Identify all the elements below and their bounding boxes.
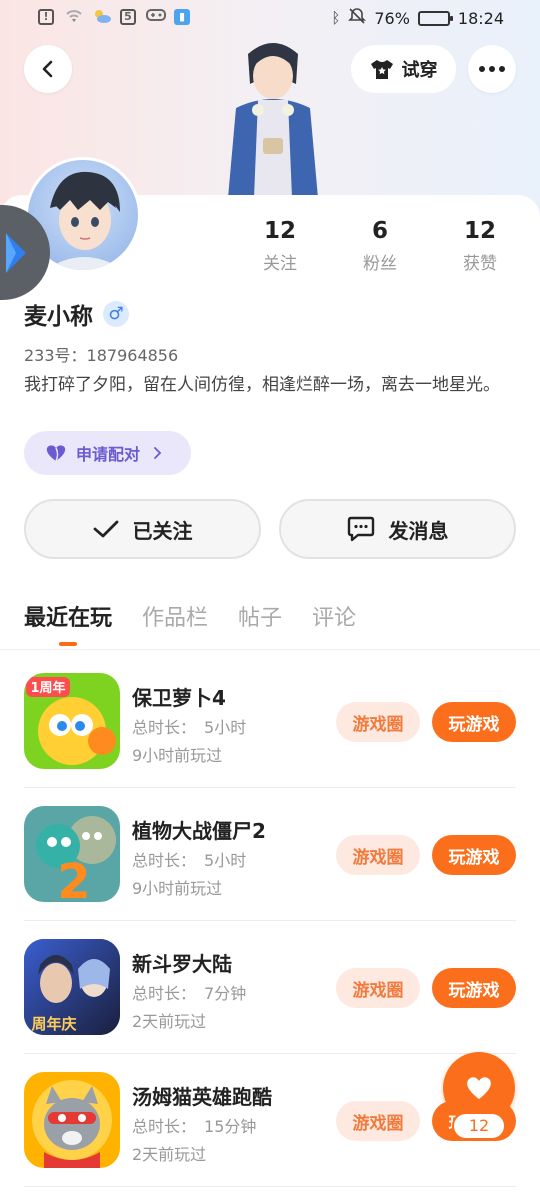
- stat-likes[interactable]: 12 获赞: [430, 215, 530, 274]
- name-row: 麦小称 ♂: [24, 297, 129, 331]
- tab-recently-played[interactable]: 最近在玩: [24, 600, 112, 632]
- send-message-label: 发消息: [388, 518, 449, 543]
- like-count-badge: 12: [452, 1112, 506, 1140]
- user-id[interactable]: 233号：187964856: [24, 342, 178, 366]
- stat-label: 粉丝: [363, 254, 397, 274]
- chevron-right-icon: [154, 447, 162, 459]
- stat-number: 12: [463, 218, 496, 244]
- tabs-divider: [0, 649, 540, 650]
- game-icon-douluo-continent[interactable]: 周年庆: [24, 939, 120, 1035]
- chat-bubble-icon: [347, 516, 374, 542]
- game-icon-talking-tom-hero-dash[interactable]: [24, 1072, 120, 1168]
- avatar-3d-character: [218, 38, 328, 198]
- stat-following[interactable]: 12 关注: [230, 215, 330, 274]
- status-bar: ! 5 ▮ ᛒ 76% 18:24: [0, 0, 540, 36]
- chevron-left-icon: [42, 60, 53, 78]
- heart-pair-icon: [46, 445, 66, 462]
- followed-label: 已关注: [132, 518, 193, 543]
- play-arrow-icon: [6, 232, 26, 273]
- gender-male-icon: ♂: [103, 301, 129, 327]
- send-message-button[interactable]: 发消息: [279, 499, 516, 559]
- game-title: 植物大战僵尸2: [132, 819, 266, 843]
- game-circle-button[interactable]: 游戏圈: [336, 1101, 420, 1141]
- game-last-played: 2天前玩过: [132, 1012, 207, 1031]
- tab-posts[interactable]: 帖子: [238, 600, 282, 632]
- game-title: 汤姆猫英雄跑酷: [132, 1085, 272, 1109]
- stat-number: 12: [263, 218, 296, 244]
- battery-percent: 76%: [374, 8, 410, 28]
- game-icon-text: 2: [57, 854, 90, 902]
- back-button[interactable]: [24, 45, 72, 93]
- app-notification-icon: ▮: [174, 9, 190, 25]
- game-icon-text: 周年庆: [31, 1015, 76, 1033]
- game-icon-carrot-fantasy[interactable]: 1周年: [24, 673, 120, 769]
- game-duration: 总时长： 15分钟: [132, 1113, 256, 1137]
- play-game-button[interactable]: 玩游戏: [432, 968, 516, 1008]
- status-icons-right: ᛒ 76% 18:24: [331, 7, 504, 29]
- user-name: 麦小称: [24, 304, 93, 330]
- duration-label: 总时长：: [132, 851, 197, 870]
- tryon-button[interactable]: 试穿: [351, 45, 456, 93]
- more-options-button[interactable]: [468, 45, 516, 93]
- game-duration: 总时长： 7分钟: [132, 980, 246, 1004]
- game-last-played: 9小时前玩过: [132, 746, 223, 765]
- game-list-item[interactable]: 周年庆 新斗罗大陆 总时长： 7分钟 2天前玩过 游戏圈 玩游戏: [24, 921, 516, 1054]
- game-duration: 总时长： 5小时: [132, 847, 246, 871]
- request-match-button[interactable]: 申请配对: [24, 431, 191, 475]
- heart-icon: [467, 1077, 491, 1099]
- game-icon-text: 1周年: [30, 680, 65, 696]
- profile-tabs: 最近在玩 作品栏 帖子 评论: [24, 600, 356, 632]
- more-dots-icon: [479, 66, 505, 72]
- tshirt-icon: [370, 60, 393, 79]
- duration-label: 总时长：: [132, 984, 197, 1003]
- weather-icon: [92, 8, 111, 26]
- duration-label: 总时长：: [132, 718, 197, 737]
- game-circle-button[interactable]: 游戏圈: [336, 968, 420, 1008]
- game-last-played: 9小时前玩过: [132, 879, 223, 898]
- tab-comments[interactable]: 评论: [312, 600, 356, 632]
- duration-value: 7分钟: [204, 984, 247, 1003]
- clock: 18:24: [457, 8, 504, 28]
- play-game-button[interactable]: 玩游戏: [432, 702, 516, 742]
- checkmark-icon: [93, 520, 118, 538]
- wifi-icon: [64, 8, 82, 26]
- game-title: 保卫萝卜4: [132, 686, 226, 710]
- stat-label: 关注: [263, 254, 297, 274]
- game-icon-plants-vs-zombies[interactable]: 2: [24, 806, 120, 902]
- user-bio: 我打碎了夕阳，留在人间仿徨，相逢烂醉一场，离去一地星光。: [24, 375, 500, 395]
- profile-stats: 12 关注 6 粉丝 12 获赞: [230, 215, 530, 274]
- html5-icon: 5: [120, 9, 136, 25]
- battery-icon: [417, 10, 453, 26]
- play-game-button[interactable]: 玩游戏: [432, 835, 516, 875]
- status-icons-left: ! 5 ▮: [38, 8, 190, 26]
- game-duration: 总时长： 5小时: [132, 714, 246, 738]
- game-list-item[interactable]: 2 植物大战僵尸2 总时长： 5小时 9小时前玩过 游戏圈 玩游戏: [24, 788, 516, 921]
- game-circle-button[interactable]: 游戏圈: [336, 702, 420, 742]
- duration-value: 5小时: [204, 851, 247, 870]
- tryon-label: 试穿: [401, 60, 438, 81]
- game-title: 新斗罗大陆: [132, 952, 232, 976]
- stat-label: 获赞: [463, 254, 497, 274]
- duration-label: 总时长：: [132, 1117, 197, 1136]
- bluetooth-icon: ᛒ: [331, 9, 341, 27]
- game-circle-button[interactable]: 游戏圈: [336, 835, 420, 875]
- stat-fans[interactable]: 6 粉丝: [330, 215, 430, 274]
- duration-value: 15分钟: [204, 1117, 257, 1136]
- gamepad-icon: [146, 8, 166, 26]
- duration-value: 5小时: [204, 718, 247, 737]
- game-last-played: 2天前玩过: [132, 1145, 207, 1164]
- game-list-item[interactable]: 汤姆猫英雄跑酷 总时长：15分钟 2天前玩过 游戏圈 玩游戏: [24, 1054, 516, 1187]
- game-list-item[interactable]: 1周年 保卫萝卜4 总时长： 5小时 9小时前玩过 游戏圈 玩游戏: [24, 655, 516, 788]
- followed-button[interactable]: 已关注: [24, 499, 261, 559]
- request-match-label: 申请配对: [76, 445, 141, 464]
- tab-works[interactable]: 作品栏: [142, 600, 208, 632]
- notification-icon: !: [38, 9, 54, 25]
- mute-icon: [348, 7, 367, 29]
- stat-number: 6: [371, 218, 388, 244]
